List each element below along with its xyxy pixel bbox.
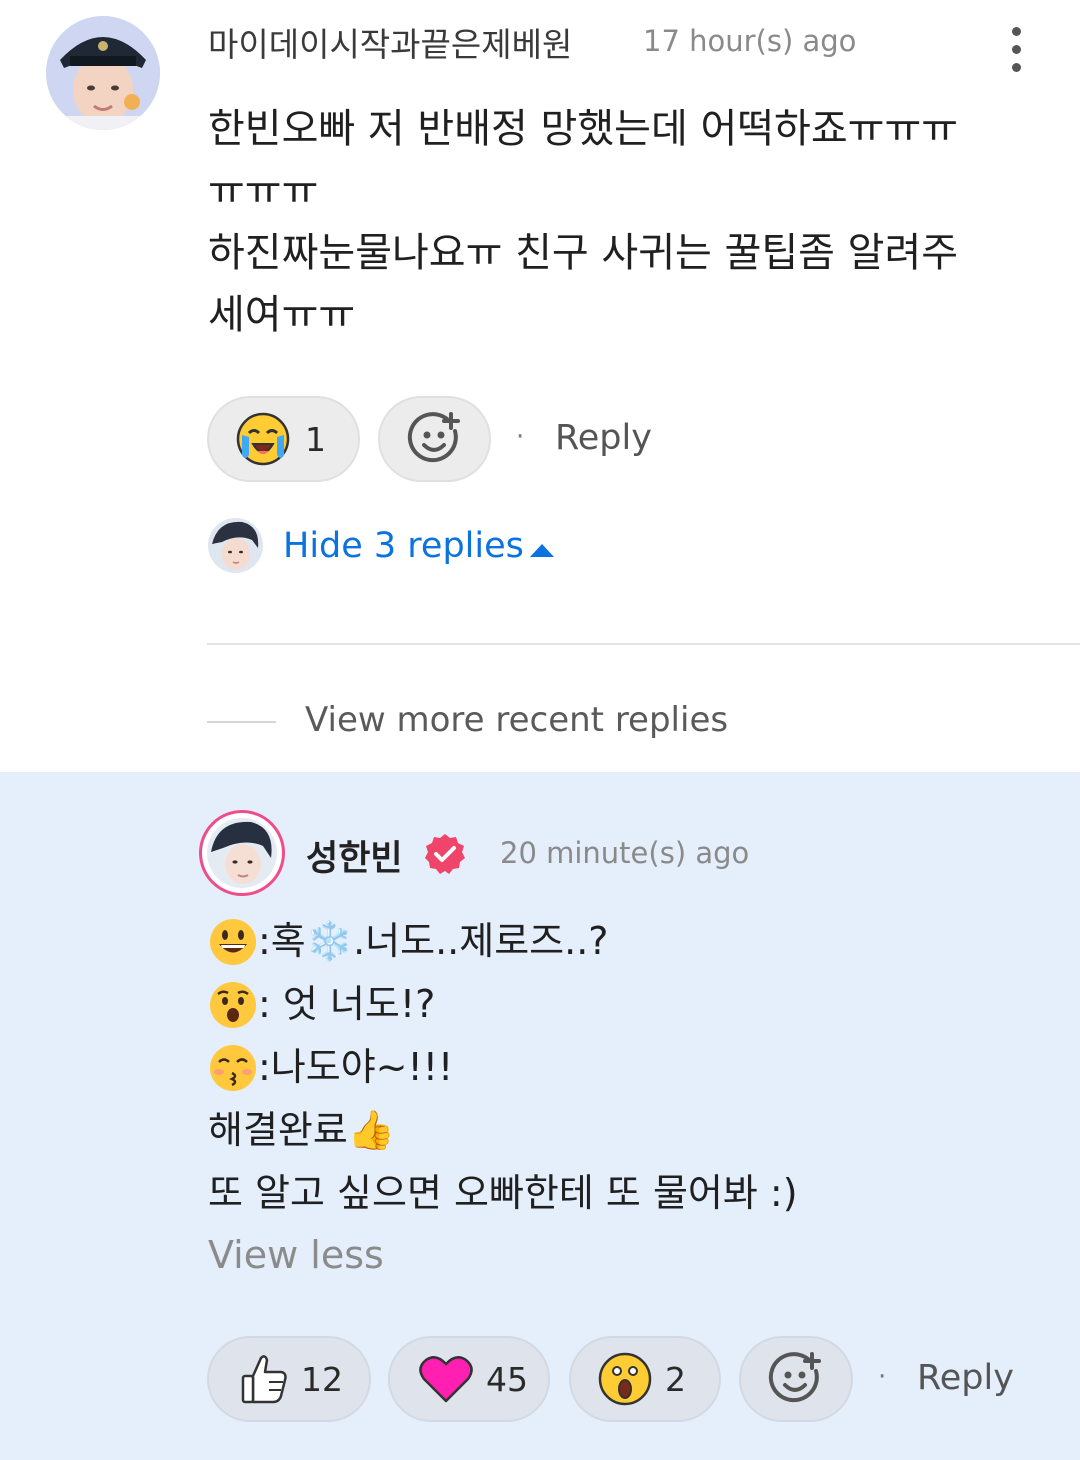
comment-body-line: 세여ㅠㅠ (208, 292, 356, 338)
surprised-face-icon (210, 981, 256, 1028)
separator-dot: · (516, 422, 525, 452)
like-reaction-button[interactable]: 12 (207, 1336, 371, 1422)
reply-line: :혹❄️.너도..제로즈..? (208, 910, 798, 973)
heart-icon (419, 1356, 473, 1403)
reply-line: : 엇 너도!? (208, 973, 798, 1036)
thumbs-up-icon (241, 1355, 287, 1404)
reply-button[interactable]: Reply (917, 1358, 1014, 1398)
reply-line: 해결완료👍 (208, 1099, 798, 1162)
add-emoji-icon (768, 1352, 821, 1403)
like-count: 12 (301, 1359, 343, 1399)
reply-button[interactable]: Reply (555, 418, 652, 458)
view-less-link[interactable]: View less (208, 1233, 384, 1277)
more-options-icon[interactable] (1000, 24, 1032, 76)
reply-line-text: : 엇 너도!? (258, 982, 436, 1026)
caret-up-icon[interactable] (530, 544, 554, 557)
heart-reaction-button[interactable]: 45 (388, 1336, 550, 1422)
divider (207, 643, 1080, 645)
reply-line-text: :나도야~!!! (258, 1045, 454, 1089)
view-more-line (207, 721, 276, 723)
grinning-face-icon (210, 918, 256, 965)
reply-avatar[interactable] (199, 810, 285, 896)
astonished-face-icon (598, 1352, 652, 1406)
add-reaction-button[interactable] (378, 396, 491, 482)
reply-username[interactable]: 성한빈 (306, 830, 403, 881)
comment-body-line: 한빈오빠 저 반배정 망했는데 어떡하죠ㅠㅠㅠ (208, 106, 959, 152)
kissing-face-icon (210, 1044, 256, 1091)
reply-line-text: :혹❄️.너도..제로즈..? (258, 919, 609, 963)
comment-body-line: 하진짜눈물나요ㅠ 친구 사귀는 꿀팁좀 알려주 (208, 230, 959, 276)
reply-line: 또 알고 싶으면 오빠한테 또 물어봐 :) (208, 1162, 798, 1225)
view-more-replies-link[interactable]: View more recent replies (305, 700, 728, 740)
wow-count: 2 (665, 1359, 686, 1399)
reply-body: :혹❄️.너도..제로즈..? : 엇 너도!? :나도야~!!! 해결완료👍 … (208, 910, 798, 1225)
comment-body: 한빈오빠 저 반배정 망했는데 어떡하죠ㅠㅠㅠ ㅠㅠㅠ 하진짜눈물나요ㅠ 친구 … (208, 98, 958, 346)
commenter-avatar[interactable] (46, 16, 160, 130)
reply-timestamp: 20 minute(s) ago (500, 836, 750, 870)
heart-count: 45 (486, 1359, 528, 1399)
wow-reaction-button[interactable]: 2 (569, 1336, 721, 1422)
crying-reaction-count: 1 (305, 419, 326, 459)
replier-avatar-small (208, 518, 263, 573)
separator-dot: · (878, 1362, 887, 1392)
crying-reaction-button[interactable]: 1 (207, 396, 360, 482)
reply-line: :나도야~!!! (208, 1036, 798, 1099)
comment-body-line: ㅠㅠㅠ (208, 168, 319, 214)
add-emoji-icon (407, 412, 460, 463)
crying-face-icon (236, 412, 290, 466)
add-reaction-button[interactable] (739, 1336, 853, 1422)
comment-timestamp: 17 hour(s) ago (643, 24, 857, 58)
verified-badge-icon (423, 832, 467, 876)
reply-line-text: 해결완료👍 (208, 1108, 396, 1152)
hide-replies-link[interactable]: Hide 3 replies (283, 526, 524, 566)
reply-line-text: 또 알고 싶으면 오빠한테 또 물어봐 :) (208, 1171, 798, 1215)
comment-username[interactable]: 마이데이시작과끝은제베원 (208, 18, 572, 66)
